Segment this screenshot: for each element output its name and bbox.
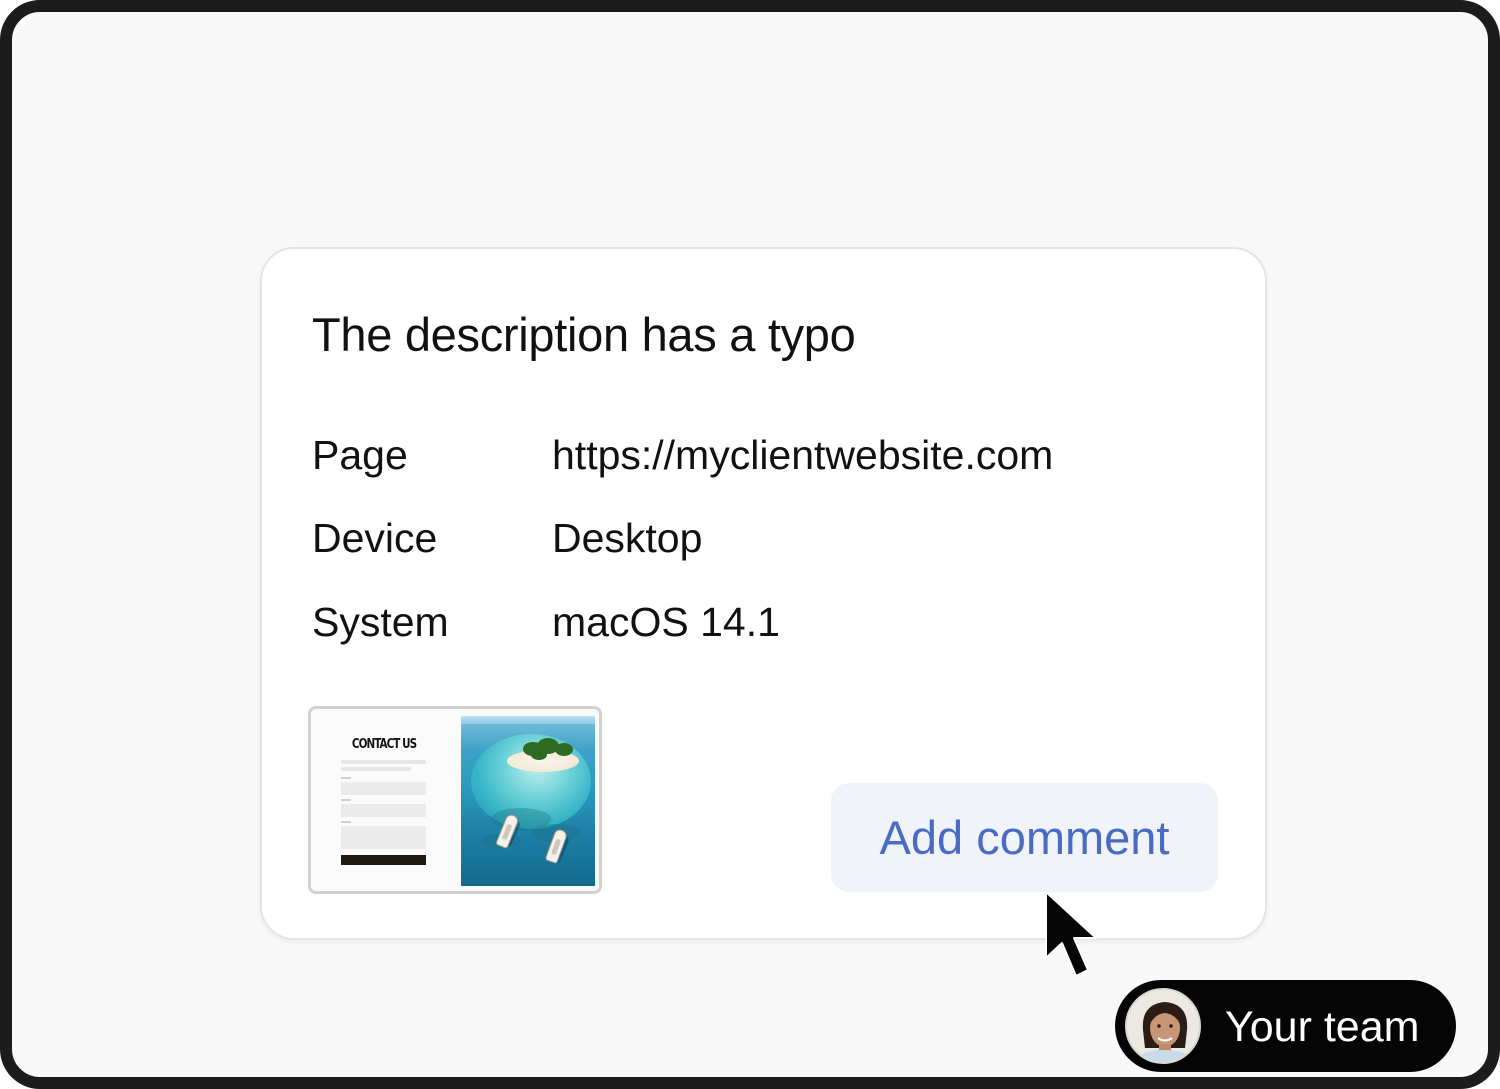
thumbnail-field — [341, 782, 426, 795]
screenshot-thumbnail[interactable]: CONTACT US — [308, 706, 602, 894]
page-url-value: https://myclientwebsite.com — [552, 432, 1054, 478]
feedback-card: The description has a typo Page https://… — [260, 247, 1267, 940]
page-label: Page — [312, 432, 408, 478]
thumbnail-field-label — [341, 799, 351, 801]
thumbnail-island-photo — [461, 716, 595, 886]
add-comment-button[interactable]: Add comment — [831, 783, 1218, 892]
thumbnail-text-line — [341, 760, 426, 764]
app-frame: The description has a typo Page https://… — [0, 0, 1500, 1089]
person-avatar-icon — [1125, 988, 1201, 1064]
thumbnail-field — [341, 826, 426, 849]
thumbnail-heading: CONTACT US — [351, 737, 417, 752]
device-label: Device — [312, 515, 438, 561]
thumbnail-submit — [341, 855, 426, 865]
thumbnail-text-line — [341, 767, 411, 771]
system-value: macOS 14.1 — [552, 599, 780, 645]
team-badge: Your team — [1115, 980, 1456, 1072]
device-value: Desktop — [552, 515, 703, 561]
mouse-pointer-icon — [1045, 891, 1097, 977]
thumbnail-field-label — [341, 777, 351, 779]
system-label: System — [312, 599, 449, 645]
thumbnail-field-label — [341, 821, 351, 823]
team-badge-label: Your team — [1225, 1003, 1420, 1051]
thumbnail-contact-form: CONTACT US — [311, 709, 461, 891]
feedback-title: The description has a typo — [312, 308, 856, 361]
thumbnail-field — [341, 804, 426, 817]
